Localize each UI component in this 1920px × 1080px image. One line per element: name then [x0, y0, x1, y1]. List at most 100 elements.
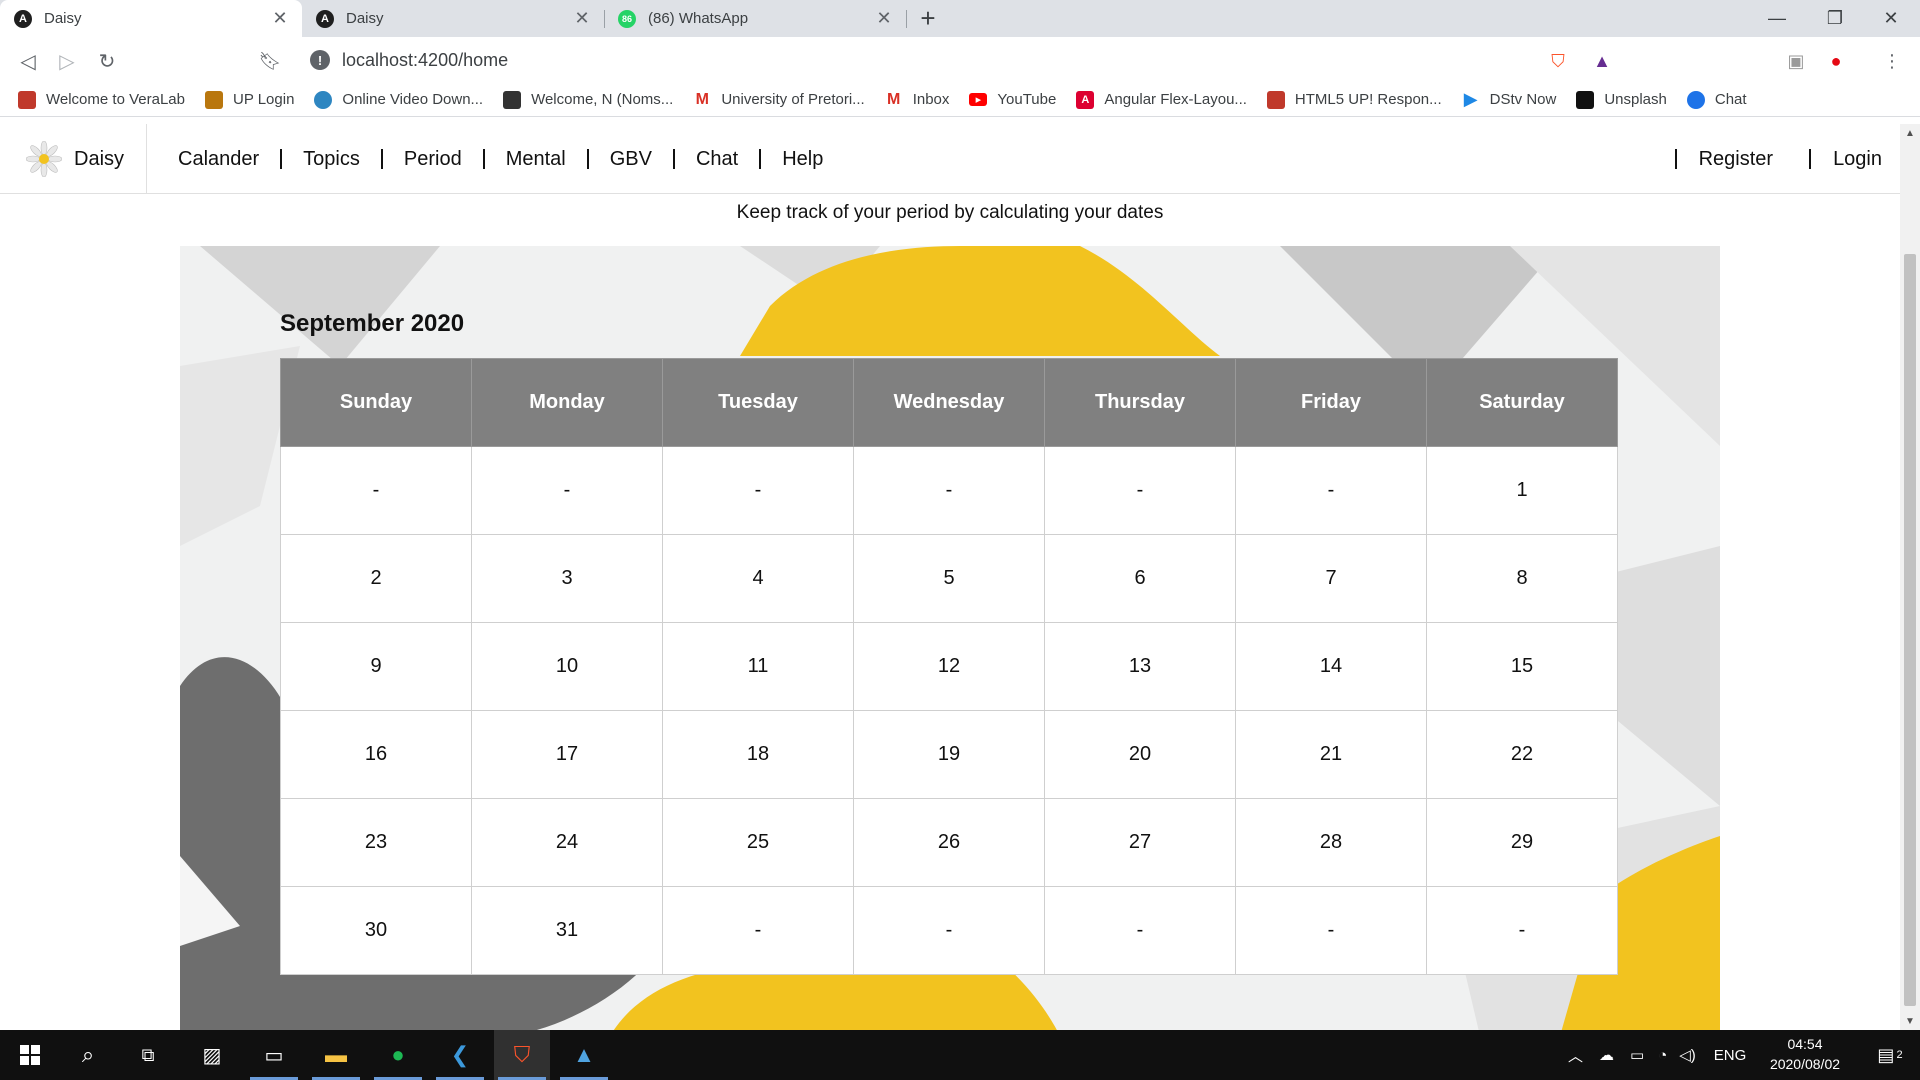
bookmark-item[interactable]: Chat [1686, 90, 1747, 109]
calendar-day-cell[interactable]: 12 [853, 622, 1045, 711]
calendar-day-cell[interactable]: - [280, 446, 472, 535]
nav-mental[interactable]: Mental [506, 148, 566, 171]
photos-app-icon[interactable]: ▨ [184, 1030, 240, 1080]
calendar-day-cell[interactable]: - [853, 446, 1045, 535]
bookmark-item[interactable]: HTML5 UP! Respon... [1266, 90, 1442, 109]
calendar-day-cell[interactable]: - [853, 886, 1045, 975]
calendar-day-cell[interactable]: 3 [471, 534, 663, 623]
brave-browser-icon[interactable]: ⛉ [494, 1030, 550, 1080]
calendar-day-cell[interactable]: 11 [662, 622, 854, 711]
bookmark-item[interactable]: UP Login [204, 90, 294, 109]
forward-icon[interactable]: ▷ [53, 47, 81, 75]
calendar-day-cell[interactable]: 25 [662, 798, 854, 887]
minimize-icon[interactable]: — [1748, 0, 1806, 37]
restore-icon[interactable]: ❐ [1806, 0, 1864, 37]
calendar-day-cell[interactable]: - [1426, 886, 1618, 975]
browser-tab-whatsapp[interactable]: 86 (86) WhatsApp ✕ [604, 0, 906, 37]
calendar-day-cell[interactable]: 22 [1426, 710, 1618, 799]
bookmark-item[interactable]: Unsplash [1576, 90, 1667, 109]
calendar-day-cell[interactable]: 16 [280, 710, 472, 799]
brand[interactable]: Daisy [0, 124, 147, 194]
calendar-day-cell[interactable]: 20 [1044, 710, 1236, 799]
bookmark-item[interactable]: ▶ DStv Now [1461, 89, 1556, 109]
back-icon[interactable]: ◁ [14, 47, 42, 75]
bookmark-item[interactable]: Online Video Down... [314, 90, 483, 109]
nav-register[interactable]: Register [1699, 148, 1773, 171]
pdf-extension-icon[interactable]: ▣ [1784, 49, 1808, 73]
calendar-day-cell[interactable]: 31 [471, 886, 663, 975]
calendar-day-cell[interactable]: 9 [280, 622, 472, 711]
brave-shield-icon[interactable]: ⛉ [1546, 49, 1570, 73]
vscode-icon[interactable]: ❮ [432, 1030, 488, 1080]
calendar-day-cell[interactable]: 7 [1235, 534, 1427, 623]
calendar-day-cell[interactable]: - [1044, 886, 1236, 975]
nav-chat[interactable]: Chat [696, 148, 738, 171]
scroll-up-icon[interactable]: ▲ [1900, 124, 1920, 142]
close-icon[interactable]: ✕ [270, 8, 290, 29]
bookmark-item[interactable]: A Angular Flex-Layou... [1076, 90, 1247, 109]
calendar-day-cell[interactable]: 8 [1426, 534, 1618, 623]
calendar-day-cell[interactable]: - [1235, 446, 1427, 535]
scrollbar-thumb[interactable] [1904, 254, 1916, 1006]
taskbar-clock[interactable]: 04:54 2020/08/02 [1760, 1034, 1850, 1074]
address-bar[interactable]: ! localhost:4200/home [298, 42, 1618, 78]
close-icon[interactable]: ✕ [572, 8, 592, 29]
bookmark-item[interactable]: Welcome to VeraLab [18, 90, 185, 109]
nav-calander[interactable]: Calander [178, 148, 259, 171]
reload-icon[interactable]: ↻ [93, 47, 121, 75]
calendar-day-cell[interactable]: 14 [1235, 622, 1427, 711]
file-explorer-icon[interactable]: ▬ [308, 1030, 364, 1080]
calendar-day-cell[interactable]: - [662, 446, 854, 535]
language-indicator[interactable]: ENG [1714, 1047, 1747, 1064]
close-icon[interactable]: ✕ [874, 8, 894, 29]
calendar-day-cell[interactable]: 17 [471, 710, 663, 799]
volume-icon[interactable]: ◁) [1679, 1046, 1696, 1064]
wifi-icon[interactable]: ◔ [1658, 1047, 1667, 1064]
calendar-day-cell[interactable]: 13 [1044, 622, 1236, 711]
scroll-down-icon[interactable]: ▼ [1900, 1012, 1920, 1030]
task-view-icon[interactable]: ⧉ [120, 1030, 176, 1080]
chevron-up-icon[interactable]: ︿ [1568, 1045, 1583, 1066]
calendar-day-cell[interactable]: - [471, 446, 663, 535]
bookmark-item[interactable]: Welcome, N (Noms... [503, 90, 673, 109]
calendar-day-cell[interactable]: 29 [1426, 798, 1618, 887]
nav-help[interactable]: Help [782, 148, 823, 171]
calendar-day-cell[interactable]: 27 [1044, 798, 1236, 887]
nav-gbv[interactable]: GBV [610, 148, 652, 171]
calendar-day-cell[interactable]: - [1235, 886, 1427, 975]
calendar-day-cell[interactable]: 24 [471, 798, 663, 887]
url-text[interactable]: localhost:4200/home [342, 50, 508, 71]
calendar-day-cell[interactable]: 5 [853, 534, 1045, 623]
calendar-day-cell[interactable]: 26 [853, 798, 1045, 887]
calendar-day-cell[interactable]: 28 [1235, 798, 1427, 887]
extension-icon[interactable]: ● [1824, 49, 1848, 73]
calendar-day-cell[interactable]: 18 [662, 710, 854, 799]
close-window-icon[interactable]: ✕ [1862, 0, 1920, 37]
calendar-day-cell[interactable]: 15 [1426, 622, 1618, 711]
calendar-day-cell[interactable]: 2 [280, 534, 472, 623]
calendar-day-cell[interactable]: 4 [662, 534, 854, 623]
notifications-icon[interactable]: ▤ 2 [1862, 1030, 1918, 1080]
bookmark-item[interactable]: ▸ YouTube [969, 91, 1056, 108]
calendar-day-cell[interactable]: 1 [1426, 446, 1618, 535]
calendar-day-cell[interactable]: 10 [471, 622, 663, 711]
browser-tab-daisy-2[interactable]: A Daisy ✕ [302, 0, 604, 37]
info-icon[interactable]: ! [310, 50, 330, 70]
calendar-day-cell[interactable]: 23 [280, 798, 472, 887]
calendar-day-cell[interactable]: - [1044, 446, 1236, 535]
bookmark-icon[interactable]: 🔖︎ [256, 47, 284, 75]
calendar-day-cell[interactable]: - [662, 886, 854, 975]
calendar-day-cell[interactable]: 21 [1235, 710, 1427, 799]
battery-icon[interactable]: ▭ [1630, 1046, 1644, 1064]
calendar-day-cell[interactable]: 30 [280, 886, 472, 975]
windows-start-icon[interactable] [2, 1030, 58, 1080]
search-icon[interactable]: ⌕ [60, 1030, 116, 1080]
nav-period[interactable]: Period [404, 148, 462, 171]
brave-rewards-icon[interactable]: ▲ [1590, 49, 1614, 73]
new-tab-button[interactable]: + [913, 4, 943, 32]
calendar-day-cell[interactable]: 19 [853, 710, 1045, 799]
image-viewer-icon[interactable]: ▲ [556, 1030, 612, 1080]
onedrive-icon[interactable]: ☁ [1599, 1046, 1614, 1064]
spotify-icon[interactable]: ● [370, 1030, 426, 1080]
page-scrollbar[interactable]: ▲ ▼ [1900, 124, 1920, 1030]
